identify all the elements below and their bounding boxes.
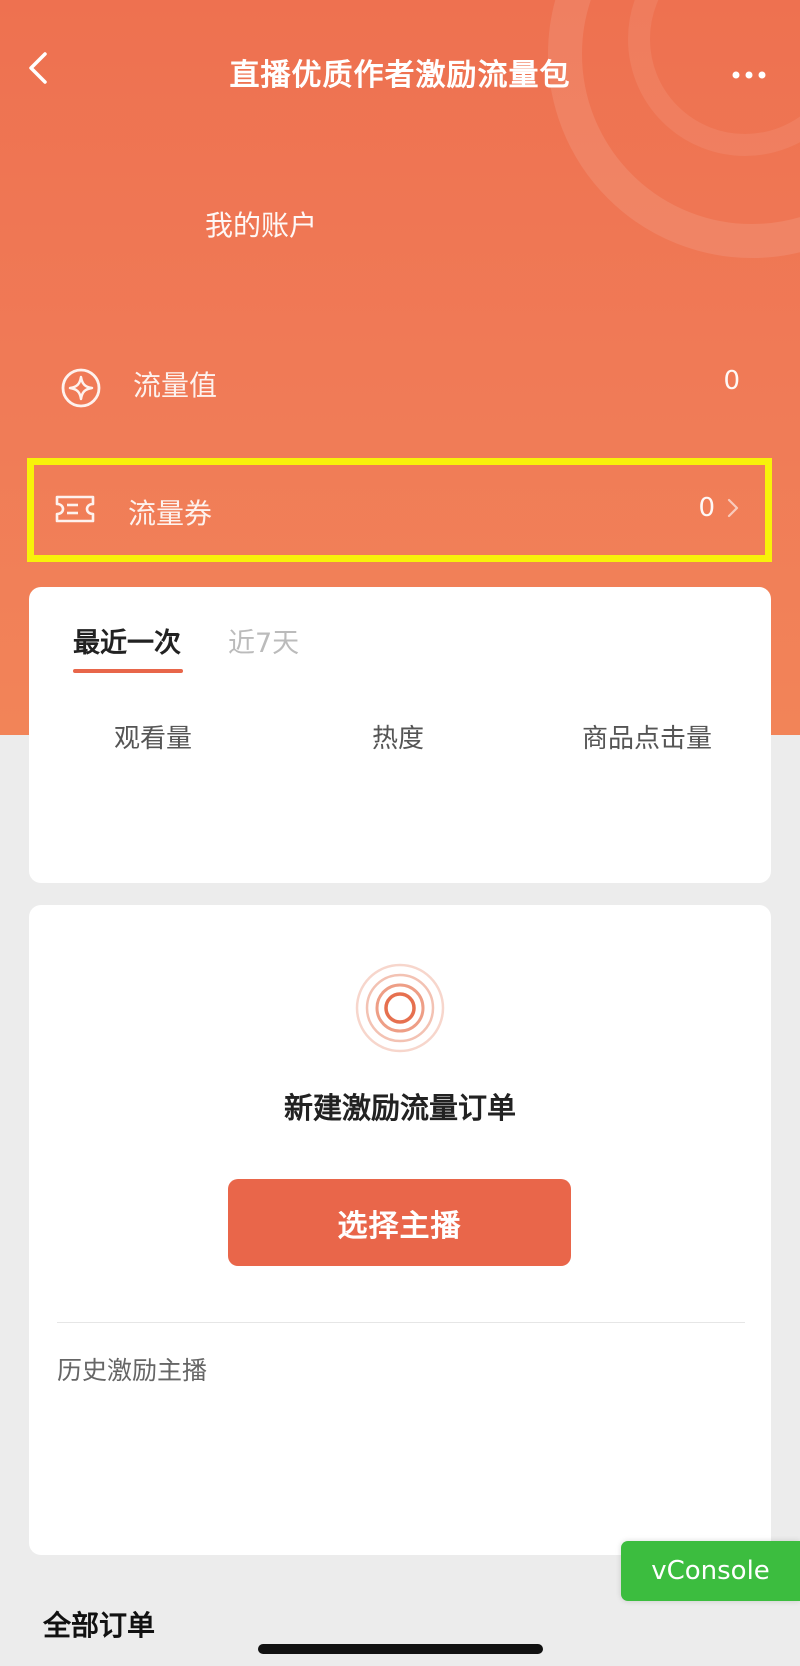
account-label: 我的账户 (205, 209, 318, 242)
stats-card: 最近一次 近7天 观看量 热度 商品点击量 (29, 587, 771, 883)
all-orders-heading[interactable]: 全部订单 (43, 1604, 155, 1644)
radio-waves-icon (355, 963, 445, 1053)
flow-ticket-amount: 0 (698, 493, 715, 523)
page-title: 直播优质作者激励流量包 (229, 58, 571, 93)
history-hosts-label: 历史激励主播 (57, 1356, 208, 1385)
flow-ticket-row[interactable]: 流量券 0 (27, 458, 772, 562)
flow-ticket-label: 流量券 (128, 497, 213, 530)
back-arrow-icon (29, 52, 47, 84)
new-order-title: 新建激励流量订单 (283, 1091, 516, 1125)
sparkle-circle-icon (61, 368, 101, 408)
chevron-right-icon (727, 498, 739, 518)
top-bar: 直播优质作者激励流量包 (0, 38, 800, 104)
flow-value-row: 流量值 0 (32, 344, 768, 432)
tab-recent[interactable]: 最近一次 (73, 621, 181, 660)
new-order-card: 新建激励流量订单 选择主播 历史激励主播 (29, 905, 771, 1555)
more-button[interactable] (724, 46, 774, 90)
vconsole-button[interactable]: vConsole (621, 1541, 800, 1601)
back-button[interactable] (18, 46, 62, 90)
more-dots-icon (732, 71, 766, 79)
metric-views-label: 观看量 (114, 724, 193, 754)
tab-7-days[interactable]: 近7天 (228, 621, 299, 660)
ticket-icon (55, 495, 95, 523)
metric-heat-label: 热度 (372, 724, 425, 754)
flow-value-label: 流量值 (133, 369, 218, 402)
flow-value-amount: 0 (723, 366, 740, 396)
metric-product-clicks-label: 商品点击量 (582, 724, 713, 754)
divider (57, 1322, 745, 1323)
active-tab-indicator (73, 669, 183, 673)
home-indicator (258, 1644, 543, 1654)
select-host-button[interactable]: 选择主播 (228, 1179, 571, 1266)
